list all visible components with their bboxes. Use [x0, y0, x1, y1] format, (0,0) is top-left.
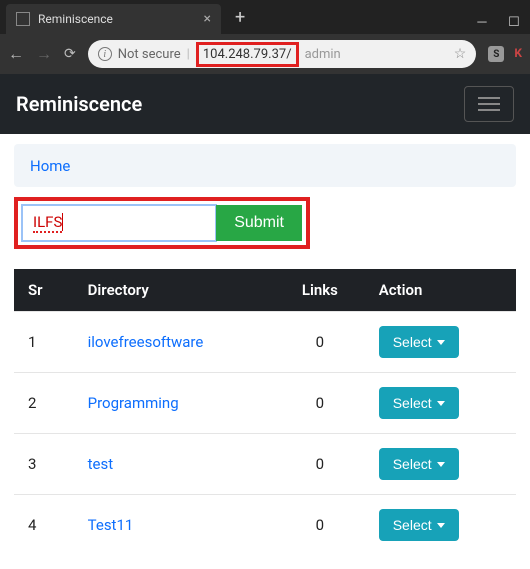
table-row: 4 Test11 0 Select [14, 495, 516, 556]
chevron-down-icon [437, 401, 445, 406]
breadcrumb-home-link[interactable]: Home [30, 157, 70, 175]
forward-button[interactable]: → [36, 44, 52, 64]
cell-sr: 2 [14, 373, 74, 434]
chevron-down-icon [437, 462, 445, 467]
browser-toolbar: ← → ⟳ i Not secure | 104.248.79.37/ admi… [0, 34, 530, 74]
address-bar[interactable]: i Not secure | 104.248.79.37/ admin ☆ [88, 40, 477, 68]
submit-button[interactable]: Submit [216, 205, 302, 241]
bookmark-star-icon[interactable]: ☆ [454, 46, 467, 62]
chevron-down-icon [437, 340, 445, 345]
directory-form: ILFS Submit [14, 197, 310, 249]
extension-k-icon[interactable]: K [514, 46, 522, 62]
directory-name-input[interactable]: ILFS [22, 205, 216, 241]
menu-toggle-button[interactable] [464, 86, 514, 122]
reload-button[interactable]: ⟳ [64, 46, 76, 62]
tab-favicon [16, 12, 30, 26]
cell-links: 0 [275, 434, 365, 495]
select-button[interactable]: Select [379, 509, 459, 541]
close-tab-icon[interactable]: × [204, 11, 211, 27]
cell-sr: 4 [14, 495, 74, 556]
browser-tab[interactable]: Reminiscence × [6, 4, 221, 34]
col-links: Links [275, 269, 365, 312]
col-directory: Directory [74, 269, 275, 312]
col-action: Action [365, 269, 516, 312]
extension-s-icon[interactable]: S [488, 46, 504, 62]
extension-icons: S K [488, 46, 522, 62]
browser-tab-strip: Reminiscence × + ─ ☐ [0, 0, 530, 34]
table-row: 3 test 0 Select [14, 434, 516, 495]
new-tab-button[interactable]: + [235, 7, 245, 28]
cell-sr: 3 [14, 434, 74, 495]
directory-table: Sr Directory Links Action 1 ilovefreesof… [14, 269, 516, 555]
table-row: 1 ilovefreesoftware 0 Select [14, 312, 516, 373]
breadcrumb: Home [14, 144, 516, 187]
select-button[interactable]: Select [379, 387, 459, 419]
cell-links: 0 [275, 312, 365, 373]
page-content: Home ILFS Submit Sr Directory Links Acti… [0, 134, 530, 565]
table-row: 2 Programming 0 Select [14, 373, 516, 434]
security-label: Not secure [118, 47, 181, 62]
cell-links: 0 [275, 373, 365, 434]
cell-sr: 1 [14, 312, 74, 373]
brand-title[interactable]: Reminiscence [16, 92, 142, 116]
tab-title: Reminiscence [38, 12, 113, 26]
url-host: 104.248.79.37/ [203, 47, 292, 62]
chevron-down-icon [437, 523, 445, 528]
url-path: admin [305, 47, 341, 62]
url-divider: | [187, 47, 190, 62]
table-header-row: Sr Directory Links Action [14, 269, 516, 312]
directory-link[interactable]: Programming [88, 394, 179, 412]
url-host-highlight: 104.248.79.37/ [196, 42, 299, 67]
select-button[interactable]: Select [379, 448, 459, 480]
minimize-icon[interactable]: ─ [466, 10, 498, 34]
maximize-icon[interactable]: ☐ [498, 10, 530, 34]
directory-link[interactable]: ilovefreesoftware [88, 333, 204, 351]
directory-link[interactable]: test [88, 455, 114, 473]
back-button[interactable]: ← [8, 44, 24, 64]
select-button[interactable]: Select [379, 326, 459, 358]
window-controls: ─ ☐ [466, 10, 530, 34]
info-icon[interactable]: i [98, 47, 112, 61]
cell-links: 0 [275, 495, 365, 556]
col-sr: Sr [14, 269, 74, 312]
app-navbar: Reminiscence [0, 74, 530, 134]
directory-link[interactable]: Test11 [88, 516, 134, 534]
